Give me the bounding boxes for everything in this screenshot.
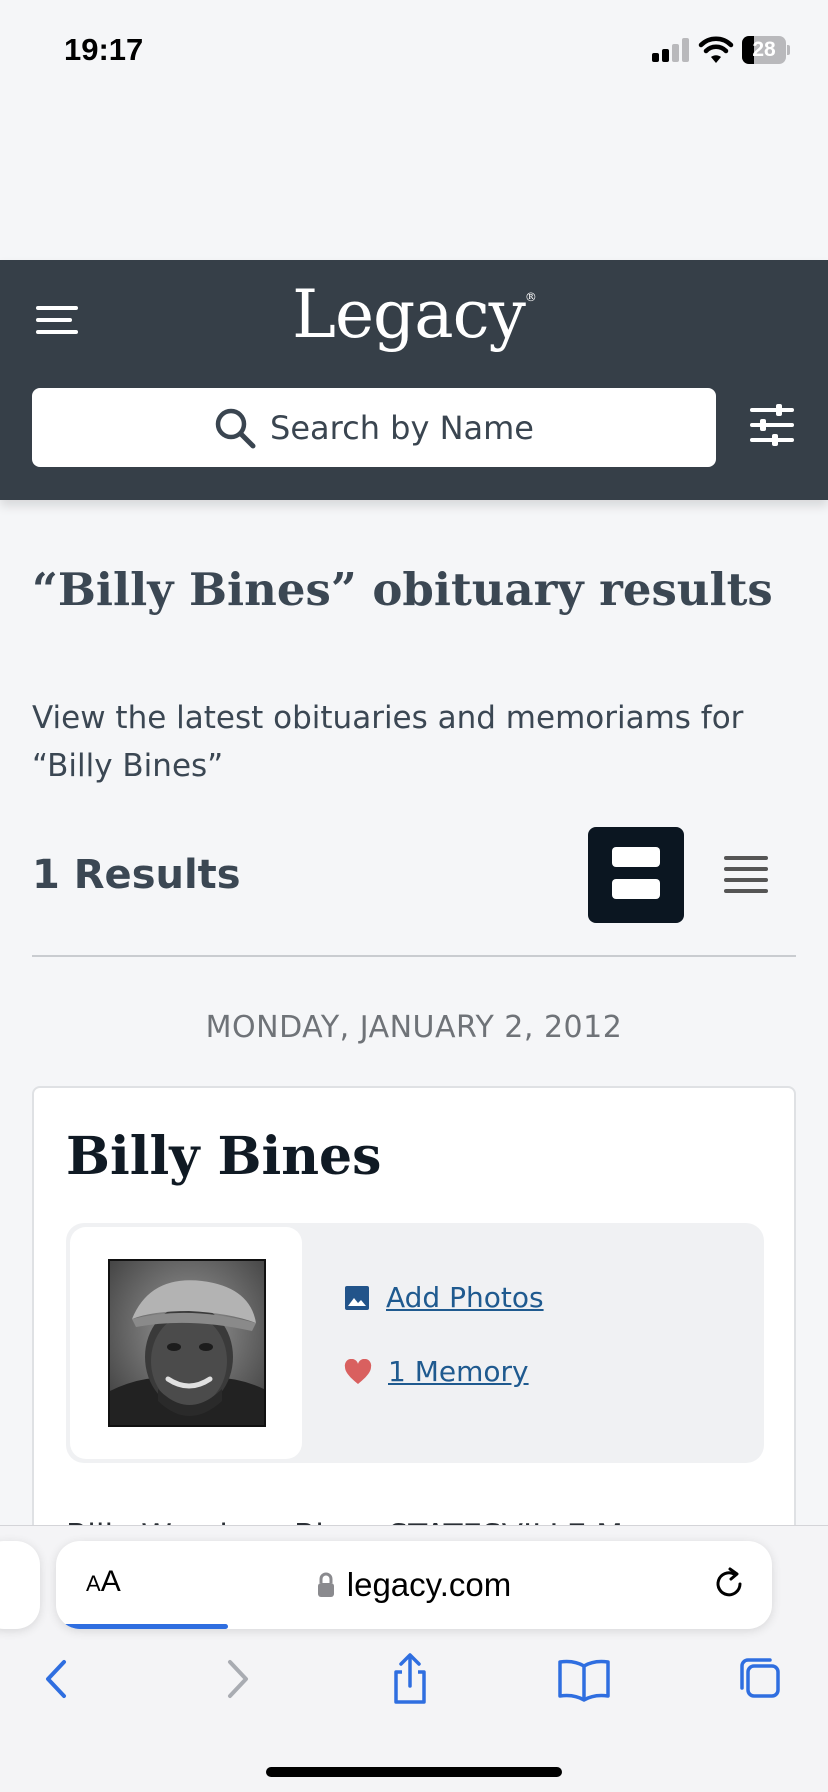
obituary-media-panel: Add Photos 1 Memory	[66, 1223, 764, 1463]
url-text: legacy.com	[346, 1566, 512, 1603]
bookmarks-icon[interactable]	[554, 1652, 614, 1706]
search-input[interactable]: Search by Name	[32, 388, 716, 467]
photo-icon	[345, 1285, 369, 1310]
memories-label[interactable]: 1 Memory	[388, 1355, 529, 1388]
results-heading: “Billy Bines” obituary results	[32, 563, 773, 616]
back-icon[interactable]	[28, 1652, 88, 1706]
add-photos-link[interactable]: Add Photos	[344, 1281, 544, 1314]
share-icon[interactable]	[380, 1652, 440, 1706]
status-time: 19:17	[64, 32, 144, 67]
add-photos-label[interactable]: Add Photos	[386, 1281, 544, 1314]
battery-level: 28	[752, 38, 776, 61]
results-description: View the latest obituaries and memoriams…	[32, 700, 744, 784]
memories-link[interactable]: 1 Memory	[344, 1355, 529, 1388]
tabs-icon[interactable]	[730, 1652, 790, 1706]
filter-sliders-icon[interactable]	[748, 402, 796, 448]
search-icon	[215, 408, 256, 448]
reload-icon[interactable]	[710, 1565, 748, 1603]
logo-text: Legacy	[292, 276, 526, 353]
obituary-name[interactable]: Billy Bines	[66, 1126, 381, 1187]
card-view-button[interactable]	[588, 827, 684, 923]
address-bar[interactable]: AA legacy.com	[56, 1541, 772, 1629]
heart-icon	[344, 1358, 372, 1384]
obituary-portrait-photo[interactable]	[108, 1259, 266, 1427]
results-divider	[32, 955, 796, 957]
url-field[interactable]: legacy.com	[56, 1541, 772, 1629]
wifi-icon	[698, 36, 734, 63]
forward-icon[interactable]	[206, 1652, 266, 1706]
battery-icon: 28	[742, 36, 790, 64]
cellular-signal-icon	[652, 38, 690, 62]
photo-frame[interactable]	[70, 1227, 302, 1459]
page-load-progress	[56, 1624, 228, 1629]
legacy-logo[interactable]: Legacy®	[0, 276, 828, 353]
registered-mark: ®	[524, 290, 537, 304]
results-count: 1 Results	[32, 852, 241, 898]
previous-tab-preview[interactable]	[0, 1541, 40, 1629]
search-placeholder: Search by Name	[270, 408, 534, 447]
list-view-button[interactable]	[724, 854, 770, 896]
lock-icon	[317, 1572, 334, 1597]
home-indicator	[266, 1767, 562, 1777]
status-bar: 19:17 28	[0, 0, 828, 100]
obituary-date: MONDAY, JANUARY 2, 2012	[205, 1010, 623, 1045]
